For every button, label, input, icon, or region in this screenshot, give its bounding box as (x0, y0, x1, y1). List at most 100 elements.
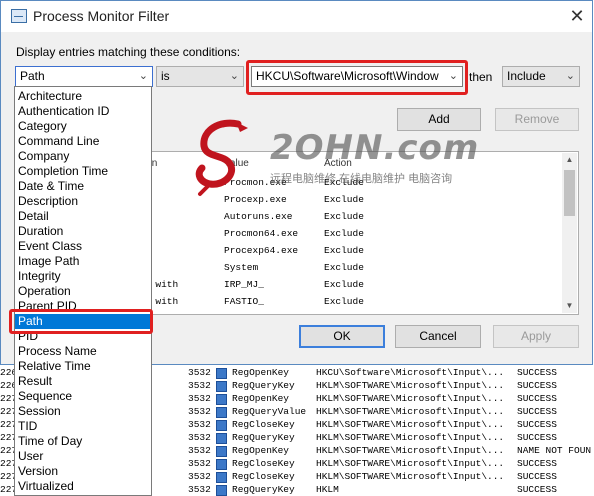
column-select[interactable]: Path ⌄ (15, 66, 153, 87)
rule-value: FASTIO_ (224, 296, 264, 307)
log-op: RegCloseKey (232, 458, 295, 469)
dropdown-option[interactable]: Date & Time (15, 179, 151, 194)
rule-value: Autoruns.exe (224, 211, 293, 222)
add-button[interactable]: Add (397, 108, 481, 131)
dropdown-option[interactable]: Company (15, 149, 151, 164)
log-path: HKLM\SOFTWARE\Microsoft\Input\... (316, 458, 505, 469)
cancel-button[interactable]: Cancel (395, 325, 481, 348)
log-path: HKLM\SOFTWARE\Microsoft\Input\... (316, 432, 505, 443)
rule-action: Exclude (324, 228, 364, 239)
log-op: RegQueryKey (232, 380, 295, 391)
log-path: HKCU\Software\Microsoft\Input\... (316, 367, 505, 378)
log-path: HKLM\SOFTWARE\Microsoft\Input\... (316, 471, 505, 482)
chevron-down-icon: ⌄ (229, 70, 239, 82)
log-path: HKLM (316, 484, 339, 495)
dropdown-option[interactable]: Authentication ID (15, 104, 151, 119)
rule-action: Exclude (324, 296, 364, 307)
dropdown-option[interactable]: Time of Day (15, 434, 151, 449)
rule-action: Exclude (324, 177, 364, 188)
relation-select[interactable]: is ⌄ (156, 66, 244, 87)
log-pid: 3532 (188, 419, 211, 430)
close-icon[interactable]: ✕ (563, 3, 591, 29)
column-dropdown-list[interactable]: Architecture Authentication ID Category Com… (14, 86, 152, 496)
dropdown-option[interactable]: Operation (15, 284, 151, 299)
log-pid: 3532 (188, 471, 211, 482)
scroll-down-icon[interactable]: ▼ (562, 299, 577, 313)
log-op: RegCloseKey (232, 471, 295, 482)
dropdown-option[interactable]: Image Path (15, 254, 151, 269)
registry-icon (216, 368, 227, 379)
rule-value: System (224, 262, 259, 273)
log-result: NAME NOT FOUN (517, 445, 592, 456)
dialog-title: Process Monitor Filter (33, 8, 170, 24)
registry-icon (216, 459, 227, 470)
path-highlight-box (9, 309, 153, 334)
dropdown-option[interactable]: Virtualized (15, 479, 151, 494)
then-label: then (469, 70, 493, 84)
ok-button[interactable]: OK (299, 325, 385, 348)
dropdown-option[interactable]: Description (15, 194, 151, 209)
apply-button[interactable]: Apply (493, 325, 579, 348)
dropdown-option[interactable]: Detail (15, 209, 151, 224)
dropdown-option[interactable]: Category (15, 119, 151, 134)
rule-value: Procexp.exe (224, 194, 287, 205)
dropdown-option[interactable]: Completion Time (15, 164, 151, 179)
dropdown-option[interactable]: Result (15, 374, 151, 389)
log-result: SUCCESS (517, 484, 557, 495)
scroll-up-icon[interactable]: ▲ (562, 153, 577, 167)
dropdown-option[interactable]: Architecture (15, 89, 151, 104)
log-pid: 3532 (188, 367, 211, 378)
rule-action: Exclude (324, 211, 364, 222)
log-path: HKLM\SOFTWARE\Microsoft\Input\... (316, 380, 505, 391)
dropdown-option[interactable]: Version (15, 464, 151, 479)
dropdown-option[interactable]: Command Line (15, 134, 151, 149)
rule-value: Procmon.exe (224, 177, 287, 188)
scroll-thumb[interactable] (564, 170, 575, 216)
dropdown-option[interactable]: Duration (15, 224, 151, 239)
dropdown-option[interactable]: Session (15, 404, 151, 419)
registry-icon (216, 433, 227, 444)
conditions-label: Display entries matching these condition… (16, 45, 241, 59)
dropdown-option[interactable]: Integrity (15, 269, 151, 284)
log-path: HKLM\SOFTWARE\Microsoft\Input\... (316, 419, 505, 430)
log-result: SUCCESS (517, 406, 557, 417)
dropdown-option[interactable]: Sequence (15, 389, 151, 404)
remove-button[interactable]: Remove (495, 108, 579, 131)
log-pid: 3532 (188, 406, 211, 417)
log-op: RegOpenKey (232, 367, 290, 378)
rules-scrollbar[interactable]: ▲ ▼ (562, 153, 577, 313)
dropdown-option[interactable]: TID (15, 419, 151, 434)
log-path: HKLM\SOFTWARE\Microsoft\Input\... (316, 445, 505, 456)
log-result: SUCCESS (517, 393, 557, 404)
dropdown-option[interactable]: Event Class (15, 239, 151, 254)
registry-icon (216, 485, 227, 496)
value-highlight-box (246, 60, 468, 95)
registry-icon (216, 420, 227, 431)
log-result: SUCCESS (517, 432, 557, 443)
log-pid: 3532 (188, 445, 211, 456)
log-result: SUCCESS (517, 380, 557, 391)
dropdown-option[interactable]: Relative Time (15, 359, 151, 374)
column-header-action[interactable]: Action (324, 158, 352, 169)
log-pid: 3532 (188, 380, 211, 391)
column-select-value: Path (20, 69, 45, 83)
registry-icon (216, 446, 227, 457)
log-pid: 3532 (188, 458, 211, 469)
dropdown-option[interactable]: User (15, 449, 151, 464)
log-op: RegCloseKey (232, 419, 295, 430)
log-result: SUCCESS (517, 471, 557, 482)
chevron-down-icon: ⌄ (565, 70, 575, 82)
registry-icon (216, 472, 227, 483)
rule-action: Exclude (324, 245, 364, 256)
action-select[interactable]: Include ⌄ (502, 66, 580, 87)
log-op: RegQueryKey (232, 484, 295, 495)
log-op: RegOpenKey (232, 445, 290, 456)
column-header-value[interactable]: Value (224, 158, 249, 169)
registry-icon (216, 394, 227, 405)
log-op: RegQueryKey (232, 432, 295, 443)
rule-action: Exclude (324, 194, 364, 205)
dropdown-option[interactable]: Process Name (15, 344, 151, 359)
app-window-icon (11, 9, 27, 23)
log-op: RegQueryValue (232, 406, 307, 417)
log-pid: 3532 (188, 484, 211, 495)
